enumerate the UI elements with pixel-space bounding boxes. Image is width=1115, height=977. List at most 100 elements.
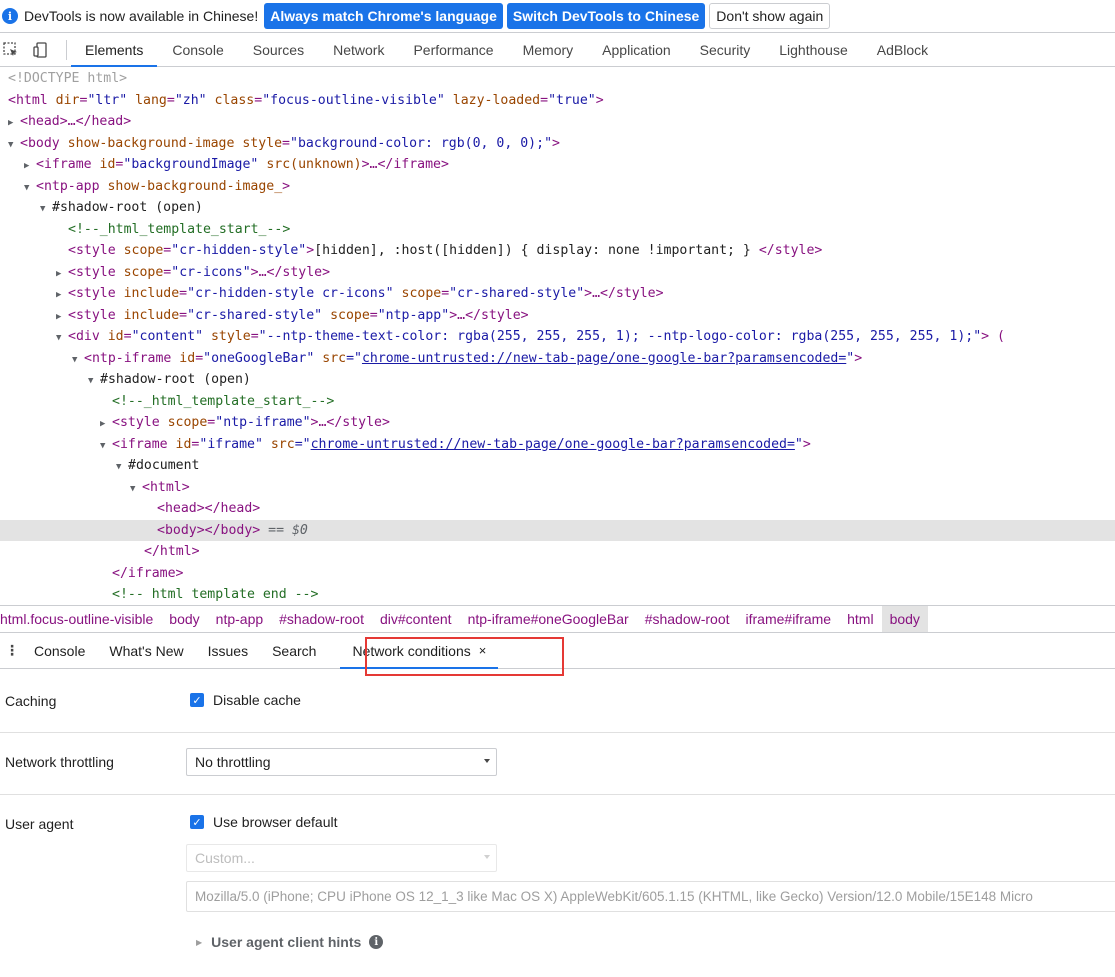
shadow-root-label: #shadow-root (open) bbox=[52, 200, 203, 215]
tab-lighthouse[interactable]: Lighthouse bbox=[779, 33, 848, 67]
tree-line-style[interactable]: ▶ <style scope="cr-icons">…</style> bbox=[0, 262, 1115, 284]
tree-line-iframe-bg[interactable]: ▶ <iframe id="backgroundImage" src(unknow… bbox=[0, 154, 1115, 176]
collapse-triangle-icon[interactable]: ▼ bbox=[116, 457, 128, 479]
tree-line-head-inner[interactable]: <head></head> bbox=[0, 498, 1115, 520]
disable-cache-checkbox-row[interactable]: ✓ Disable cache bbox=[190, 692, 301, 708]
disable-cache-checkbox[interactable]: ✓ bbox=[190, 693, 204, 707]
more-tools-icon[interactable]: ⋮ bbox=[2, 642, 22, 659]
breadcrumb-item[interactable]: ntp-app bbox=[208, 606, 271, 632]
use-browser-default-checkbox[interactable]: ✓ bbox=[190, 815, 204, 829]
inspect-element-icon[interactable] bbox=[2, 41, 20, 59]
throttling-select[interactable]: No throttling bbox=[186, 748, 497, 776]
tag-close: > bbox=[306, 243, 315, 258]
attr-quote: " bbox=[794, 436, 803, 452]
tab-security[interactable]: Security bbox=[700, 33, 751, 67]
attr-name: scope bbox=[123, 264, 164, 280]
tree-line-iframe[interactable]: ▼ <iframe id="iframe" src="chrome-untrust… bbox=[0, 434, 1115, 456]
expand-triangle-icon[interactable]: ▶ bbox=[24, 156, 36, 178]
expand-triangle-icon[interactable]: ▶ bbox=[56, 264, 68, 286]
tree-line-div-content[interactable]: ▼ <div id="content" style="--ntp-theme-te… bbox=[0, 326, 1115, 348]
tree-line-shadow-root[interactable]: ▼ #shadow-root (open) bbox=[0, 197, 1115, 219]
user-agent-select[interactable]: Custom... bbox=[186, 844, 497, 872]
breadcrumb-item[interactable]: html bbox=[839, 606, 881, 632]
tree-line-html[interactable]: <html dir="ltr" lang="zh" class="focus-o… bbox=[0, 90, 1115, 112]
tree-line-style[interactable]: ▶ <style include="cr-hidden-style cr-icon… bbox=[0, 283, 1115, 305]
close-icon[interactable]: × bbox=[479, 643, 487, 658]
use-browser-default-checkbox-row[interactable]: ✓ Use browser default bbox=[190, 814, 338, 830]
expand-triangle-icon[interactable]: ▶ bbox=[56, 285, 68, 307]
match-language-button[interactable]: Always match Chrome's language bbox=[264, 3, 503, 29]
tree-line-doctype[interactable]: <!DOCTYPE html> bbox=[0, 68, 1115, 90]
tree-line-style[interactable]: ▶ <style include="cr-shared-style" scope=… bbox=[0, 305, 1115, 327]
tag-close: >…</style> bbox=[449, 307, 529, 323]
src-link[interactable]: chrome-untrusted://new-tab-page/one-goog… bbox=[362, 351, 846, 366]
breadcrumb-item[interactable]: #shadow-root bbox=[271, 606, 372, 632]
collapse-triangle-icon[interactable]: ▼ bbox=[8, 135, 20, 157]
document-label: #document bbox=[128, 458, 200, 473]
tree-line-iframe-close[interactable]: </iframe> bbox=[0, 563, 1115, 585]
src-link[interactable]: chrome-untrusted://new-tab-page/one-goog… bbox=[311, 437, 795, 452]
user-agent-input[interactable]: Mozilla/5.0 (iPhone; CPU iPhone OS 12_1_… bbox=[186, 881, 1115, 912]
expand-triangle-icon[interactable]: ▶ bbox=[8, 113, 20, 135]
collapse-triangle-icon[interactable]: ▼ bbox=[100, 436, 112, 458]
attr-name: include bbox=[123, 307, 180, 323]
dont-show-again-button[interactable]: Don't show again bbox=[709, 3, 831, 29]
breadcrumb-item-active[interactable]: body bbox=[881, 606, 928, 632]
drawer-tab-issues[interactable]: Issues bbox=[196, 633, 260, 669]
chevron-down-icon bbox=[484, 855, 490, 859]
breadcrumb-item[interactable]: div#content bbox=[372, 606, 460, 632]
tree-line-head[interactable]: ▶ <head>…</head> bbox=[0, 111, 1115, 133]
drawer-tab-console[interactable]: Console bbox=[22, 633, 97, 669]
collapse-triangle-icon[interactable]: ▼ bbox=[130, 479, 142, 501]
tree-line-document[interactable]: ▼ #document bbox=[0, 455, 1115, 477]
tree-line-html-close[interactable]: </html> bbox=[0, 541, 1115, 563]
breadcrumb-item[interactable]: ntp-iframe#oneGoogleBar bbox=[460, 606, 637, 632]
tree-line-style[interactable]: <style scope="cr-hidden-style">[hidden],… bbox=[0, 240, 1115, 262]
device-toolbar-icon[interactable] bbox=[32, 41, 50, 59]
attr-value: "iframe" bbox=[199, 436, 263, 452]
tab-memory[interactable]: Memory bbox=[523, 33, 574, 67]
tab-performance[interactable]: Performance bbox=[413, 33, 493, 67]
tag-name: </html> bbox=[144, 544, 200, 559]
tab-sources[interactable]: Sources bbox=[253, 33, 304, 67]
tree-line-shadow-root[interactable]: ▼ #shadow-root (open) bbox=[0, 369, 1115, 391]
expand-triangle-icon[interactable]: ▶ bbox=[100, 414, 112, 436]
tree-line-body-selected[interactable]: <body></body> == $0 bbox=[0, 519, 1115, 541]
drawer-tab-whats-new[interactable]: What's New bbox=[97, 633, 195, 669]
breadcrumb-item[interactable]: iframe#iframe bbox=[738, 606, 840, 632]
tree-line-body[interactable]: ▼ <body show-background-image style="back… bbox=[0, 133, 1115, 155]
breadcrumb-item[interactable]: #shadow-root bbox=[637, 606, 738, 632]
breadcrumb-item[interactable]: body bbox=[161, 606, 207, 632]
tag-name: <head>…</head> bbox=[20, 114, 132, 129]
tree-line-comment[interactable]: <!--_html_template_start_--> bbox=[0, 391, 1115, 413]
tree-line-ntp-iframe[interactable]: ▼ <ntp-iframe id="oneGoogleBar" src="chro… bbox=[0, 348, 1115, 370]
collapse-triangle-icon[interactable]: ▼ bbox=[56, 328, 68, 350]
attr-name: scope bbox=[401, 286, 442, 301]
attr-name: lang bbox=[135, 92, 167, 108]
expand-triangle-icon[interactable]: ▶ bbox=[56, 307, 68, 329]
tree-line-comment[interactable]: <!--_html_template_start_--> bbox=[0, 219, 1115, 241]
drawer-tab-network-conditions[interactable]: Network conditions × bbox=[340, 633, 499, 669]
tree-line-html-inner[interactable]: ▼ <html> bbox=[0, 477, 1115, 499]
tree-line-comment[interactable]: <!-- html template end --> bbox=[0, 584, 1115, 605]
drawer-tab-search[interactable]: Search bbox=[260, 633, 328, 669]
switch-language-button[interactable]: Switch DevTools to Chinese bbox=[506, 3, 706, 29]
shadow-root-label: #shadow-root (open) bbox=[100, 372, 251, 387]
tree-line-style[interactable]: ▶ <style scope="ntp-iframe">…</style> bbox=[0, 412, 1115, 434]
info-icon[interactable]: i bbox=[369, 935, 384, 949]
collapse-triangle-icon[interactable]: ▼ bbox=[40, 199, 52, 221]
use-browser-default-label: Use browser default bbox=[213, 814, 338, 830]
breadcrumb-item[interactable]: html.focus-outline-visible bbox=[0, 606, 161, 632]
collapse-triangle-icon[interactable]: ▼ bbox=[24, 178, 36, 200]
tab-console[interactable]: Console bbox=[172, 33, 223, 67]
collapse-triangle-icon[interactable]: ▼ bbox=[72, 350, 84, 372]
tree-line-ntp-app[interactable]: ▼ <ntp-app show-background-image_> bbox=[0, 176, 1115, 198]
tab-adblock[interactable]: AdBlock bbox=[877, 33, 928, 67]
attr-name: src bbox=[270, 436, 295, 452]
collapse-triangle-icon[interactable]: ▼ bbox=[88, 371, 100, 393]
tab-application[interactable]: Application bbox=[602, 33, 671, 67]
tab-elements[interactable]: Elements bbox=[70, 33, 158, 67]
user-agent-client-hints-toggle[interactable]: ▶ User agent client hints i bbox=[196, 934, 384, 950]
tab-network[interactable]: Network bbox=[333, 33, 384, 67]
tag-close: >…</style> bbox=[584, 286, 664, 301]
